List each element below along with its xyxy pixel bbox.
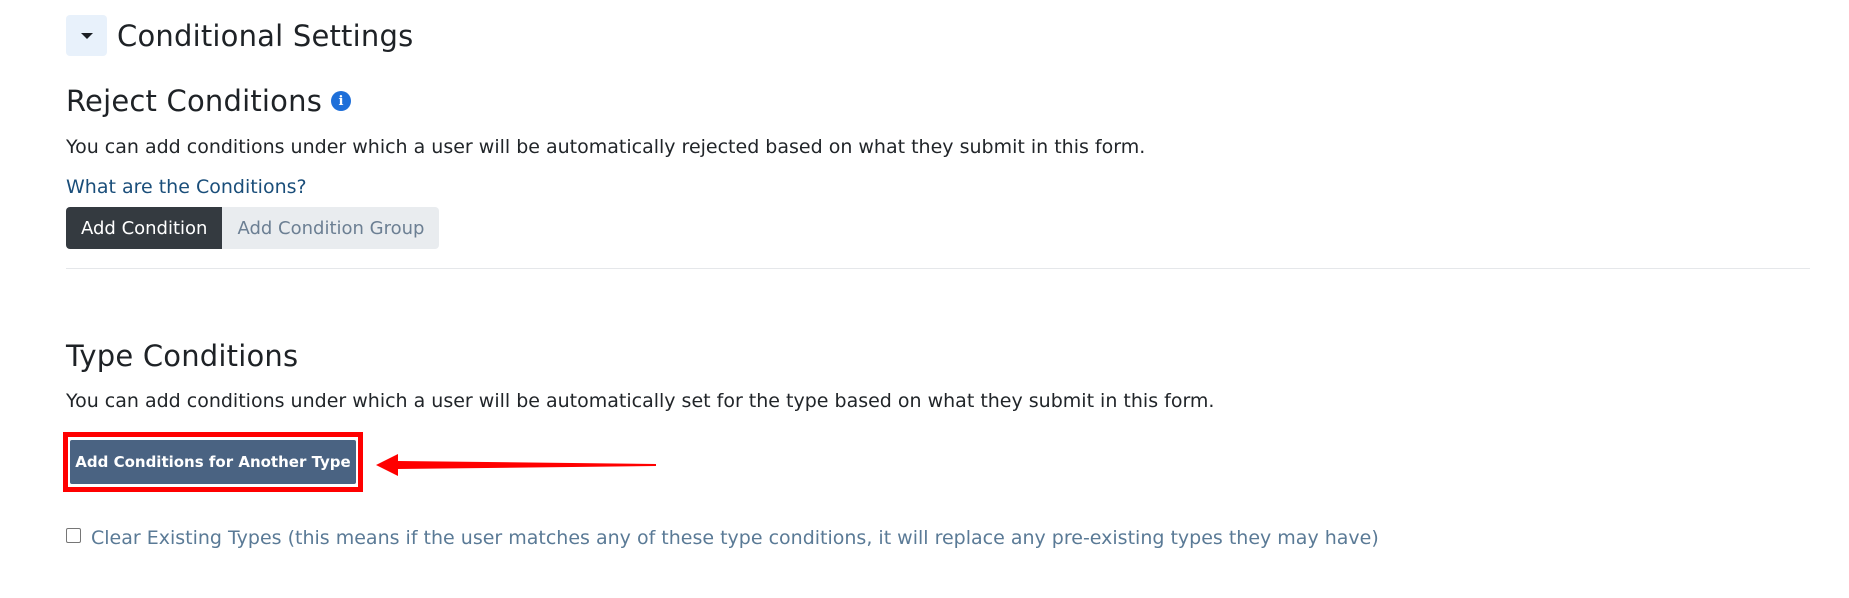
reject-button-group: Add Condition Add Condition Group [66, 207, 440, 249]
pointer-arrow-icon [376, 454, 656, 476]
conditional-settings-header: Conditional Settings [66, 15, 413, 56]
caret-down-icon [80, 32, 93, 39]
what-are-conditions-link[interactable]: What are the Conditions? [66, 176, 307, 198]
reject-conditions-heading: Reject Conditions i [66, 84, 352, 118]
type-description: You can add conditions under which a use… [66, 390, 1215, 412]
add-condition-group-button[interactable]: Add Condition Group [222, 207, 440, 249]
clear-existing-types-label[interactable]: Clear Existing Types (this means if the … [91, 527, 1379, 549]
section-title: Conditional Settings [117, 18, 414, 53]
clear-existing-types-row: Clear Existing Types (this means if the … [66, 527, 1379, 549]
add-condition-button[interactable]: Add Condition [66, 207, 223, 249]
info-icon[interactable]: i [331, 91, 352, 111]
section-divider [66, 268, 1810, 269]
type-conditions-title: Type Conditions [66, 339, 299, 373]
reject-description: You can add conditions under which a use… [66, 136, 1146, 158]
reject-conditions-title: Reject Conditions [66, 84, 323, 118]
clear-existing-types-checkbox[interactable] [66, 528, 81, 543]
collapse-toggle-button[interactable] [66, 15, 107, 56]
add-conditions-another-type-button[interactable]: Add Conditions for Another Type [70, 440, 356, 484]
